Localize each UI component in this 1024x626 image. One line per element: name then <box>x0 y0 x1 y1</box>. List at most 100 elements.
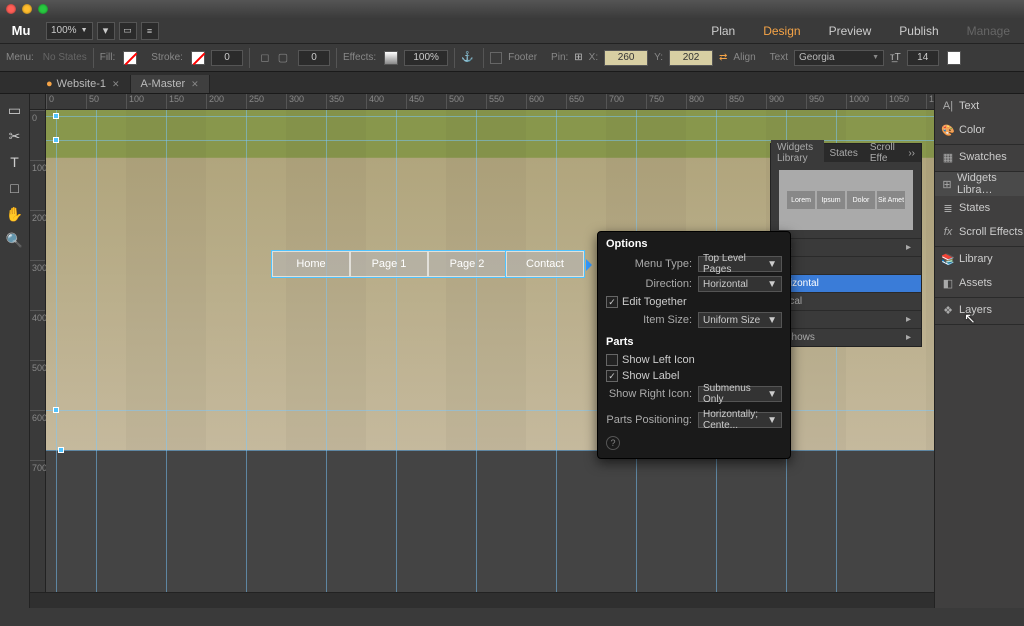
show-right-icon-select[interactable]: Submenus Only▼ <box>698 386 782 402</box>
divider <box>483 48 484 68</box>
close-window-button[interactable] <box>6 4 16 14</box>
preview-item: Dolor <box>847 191 875 209</box>
zoom-dropdown[interactable]: 100% ▼ <box>46 22 93 40</box>
stroke-weight[interactable]: 0 <box>211 50 243 66</box>
edit-together-label: Edit Together <box>622 296 687 308</box>
selection-tool[interactable]: ▭ <box>3 98 27 122</box>
panel-widgets-library[interactable]: ⊞Widgets Libra… <box>935 172 1024 196</box>
minimize-window-button[interactable] <box>22 4 32 14</box>
selection-handle[interactable] <box>53 137 59 143</box>
list-item[interactable]: rtical <box>771 292 921 310</box>
menu-item-label: Page 1 <box>372 258 407 270</box>
panel-states[interactable]: ≣States <box>935 196 1024 220</box>
selection-handle[interactable] <box>58 447 64 453</box>
menu-item-contact[interactable]: Contact <box>506 251 584 277</box>
list-item[interactable]: ns▸ <box>771 238 921 256</box>
pin-grid-icon[interactable]: ⊞ <box>574 52 582 63</box>
list-item[interactable]: us <box>771 256 921 274</box>
panel-assets[interactable]: ◧Assets <box>935 271 1024 295</box>
direction-select[interactable]: Horizontal▼ <box>698 276 782 292</box>
font-size[interactable]: 14 <box>907 50 939 66</box>
panel-layers[interactable]: ❖Layers <box>935 298 1024 322</box>
topnav-design[interactable]: Design <box>749 18 814 43</box>
tab-states[interactable]: States <box>824 146 864 161</box>
edit-together-checkbox[interactable] <box>606 296 618 308</box>
show-label-checkbox[interactable] <box>606 370 618 382</box>
transform-icon[interactable]: ⇄ <box>719 52 727 63</box>
crop-tool[interactable]: ✂ <box>3 124 27 148</box>
panel-color[interactable]: 🎨Color <box>935 118 1024 142</box>
x-value[interactable]: 260 <box>604 50 648 66</box>
menu-type-select[interactable]: Top Level Pages▼ <box>698 256 782 272</box>
parts-positioning-select[interactable]: Horizontally; Cente...▼ <box>698 412 782 428</box>
fill-swatch[interactable] <box>123 51 137 65</box>
tab-scroll-effects[interactable]: Scroll Effe <box>864 140 902 166</box>
layout-button[interactable]: ≡ <box>141 22 159 40</box>
panel-swatches[interactable]: ▦Swatches <box>935 145 1024 169</box>
align-label[interactable]: Align <box>733 52 755 63</box>
document-tab-website[interactable]: ● Website-1 ✕ <box>36 75 131 93</box>
panel-label: Layers <box>959 304 992 316</box>
y-value[interactable]: 202 <box>669 50 713 66</box>
menu-item-page1[interactable]: Page 1 <box>350 251 428 277</box>
font-dropdown[interactable]: Georgia ▼ <box>794 50 884 66</box>
panel-library[interactable]: 📚Library <box>935 247 1024 271</box>
item-size-select[interactable]: Uniform Size▼ <box>698 312 782 328</box>
effects-swatch[interactable] <box>384 51 398 65</box>
menu-state-value[interactable]: No States <box>43 52 87 63</box>
menu-item-page2[interactable]: Page 2 <box>428 251 506 277</box>
collapse-icon[interactable]: ›› <box>902 148 921 159</box>
topnav-plan[interactable]: Plan <box>697 18 749 43</box>
zoom-tool[interactable]: 🔍 <box>3 228 27 252</box>
text-tool[interactable]: T <box>3 150 27 174</box>
preview-item: Ipsum <box>817 191 845 209</box>
corner-radius[interactable]: 0 <box>298 50 330 66</box>
footer-checkbox[interactable] <box>490 52 502 64</box>
panel-text[interactable]: A|Text <box>935 94 1024 118</box>
corner-icon: ◻ <box>257 50 273 66</box>
help-icon[interactable]: ? <box>606 436 620 450</box>
show-left-icon-checkbox[interactable] <box>606 354 618 366</box>
rectangle-tool[interactable]: □ <box>3 176 27 200</box>
unsaved-indicator: ● <box>46 78 53 90</box>
expand-icon: ▸ <box>906 242 911 253</box>
document-tab-master[interactable]: A-Master ✕ <box>131 75 210 93</box>
topnav-preview[interactable]: Preview <box>815 18 886 43</box>
guide <box>476 110 477 608</box>
show-label-label: Show Label <box>622 370 680 382</box>
list-item[interactable]: eshows▸ <box>771 328 921 346</box>
topnav-publish[interactable]: Publish <box>885 18 952 43</box>
selection-handle[interactable] <box>53 113 59 119</box>
main-workspace: ▭ ✂ T □ ✋ 🔍 0501001502002503003504004505… <box>0 94 1024 608</box>
flyout-button[interactable]: ▾ <box>97 22 115 40</box>
select-value: Horizontal <box>703 279 748 290</box>
opacity[interactable]: 100% <box>404 50 448 66</box>
corner-option-icon: ▢ <box>275 50 291 66</box>
arrange-button[interactable]: ▭ <box>119 22 137 40</box>
close-icon[interactable]: ✕ <box>112 79 120 90</box>
panel-label: Text <box>959 100 979 112</box>
guide <box>166 110 167 608</box>
selection-handle[interactable] <box>53 407 59 413</box>
hand-tool[interactable]: ✋ <box>3 202 27 226</box>
corner-controls[interactable]: ◻ ▢ <box>256 50 292 66</box>
panel-scroll-effects[interactable]: fxScroll Effects <box>935 220 1024 244</box>
horizontal-scrollbar[interactable] <box>30 592 934 608</box>
close-icon[interactable]: ✕ <box>191 79 199 90</box>
menu-widget[interactable]: Home Page 1 Page 2 Contact <box>271 250 585 278</box>
menu-item-home[interactable]: Home <box>272 251 350 277</box>
x-label: X: <box>589 52 598 63</box>
app-bar: Mu 100% ▼ ▾ ▭ ≡ Plan Design Preview Publ… <box>0 18 1024 44</box>
expand-icon: ▸ <box>906 314 911 325</box>
horizontal-ruler: 0501001502002503003504004505005506006507… <box>46 94 934 110</box>
list-item-horizontal[interactable]: orizontal <box>771 274 921 292</box>
assets-icon: ◧ <box>941 276 955 290</box>
anchor-icon[interactable]: ⚓ <box>461 52 477 63</box>
list-item[interactable]: ls▸ <box>771 310 921 328</box>
guide <box>46 410 934 411</box>
maximize-window-button[interactable] <box>38 4 48 14</box>
text-color-swatch[interactable] <box>947 51 961 65</box>
textsize-icon: т̲T <box>890 52 901 63</box>
stroke-swatch[interactable] <box>191 51 205 65</box>
tab-widgets-library[interactable]: Widgets Library <box>771 140 824 166</box>
